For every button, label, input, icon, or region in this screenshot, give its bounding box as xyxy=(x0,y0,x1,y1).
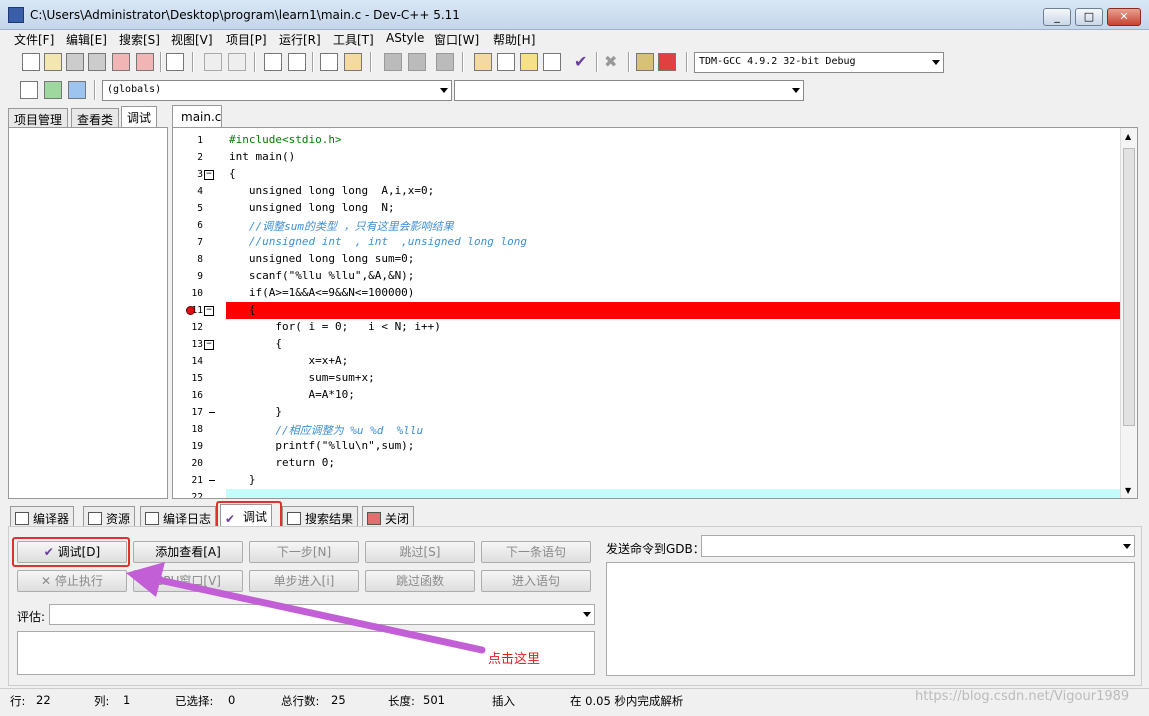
status-sel-label: 已选择: xyxy=(175,694,214,708)
annotation-arrow xyxy=(126,562,486,654)
status-row: 22 xyxy=(36,693,51,707)
status-len-label: 长度: xyxy=(388,694,415,708)
status-total-label: 总行数: xyxy=(281,694,320,708)
watermark: https://blog.csdn.net/Vigour1989 xyxy=(915,689,1130,704)
status-mode: 插入 xyxy=(492,694,515,708)
status-row-label: 行: xyxy=(10,694,26,708)
status-sel: 0 xyxy=(228,693,236,707)
status-col-label: 列: xyxy=(94,694,110,708)
annotation-text: 点击这里 xyxy=(488,652,541,667)
status-len: 501 xyxy=(423,693,445,707)
status-total: 25 xyxy=(331,693,346,707)
status-col: 1 xyxy=(123,693,131,707)
status-parse: 在 0.05 秒内完成解析 xyxy=(570,694,684,708)
